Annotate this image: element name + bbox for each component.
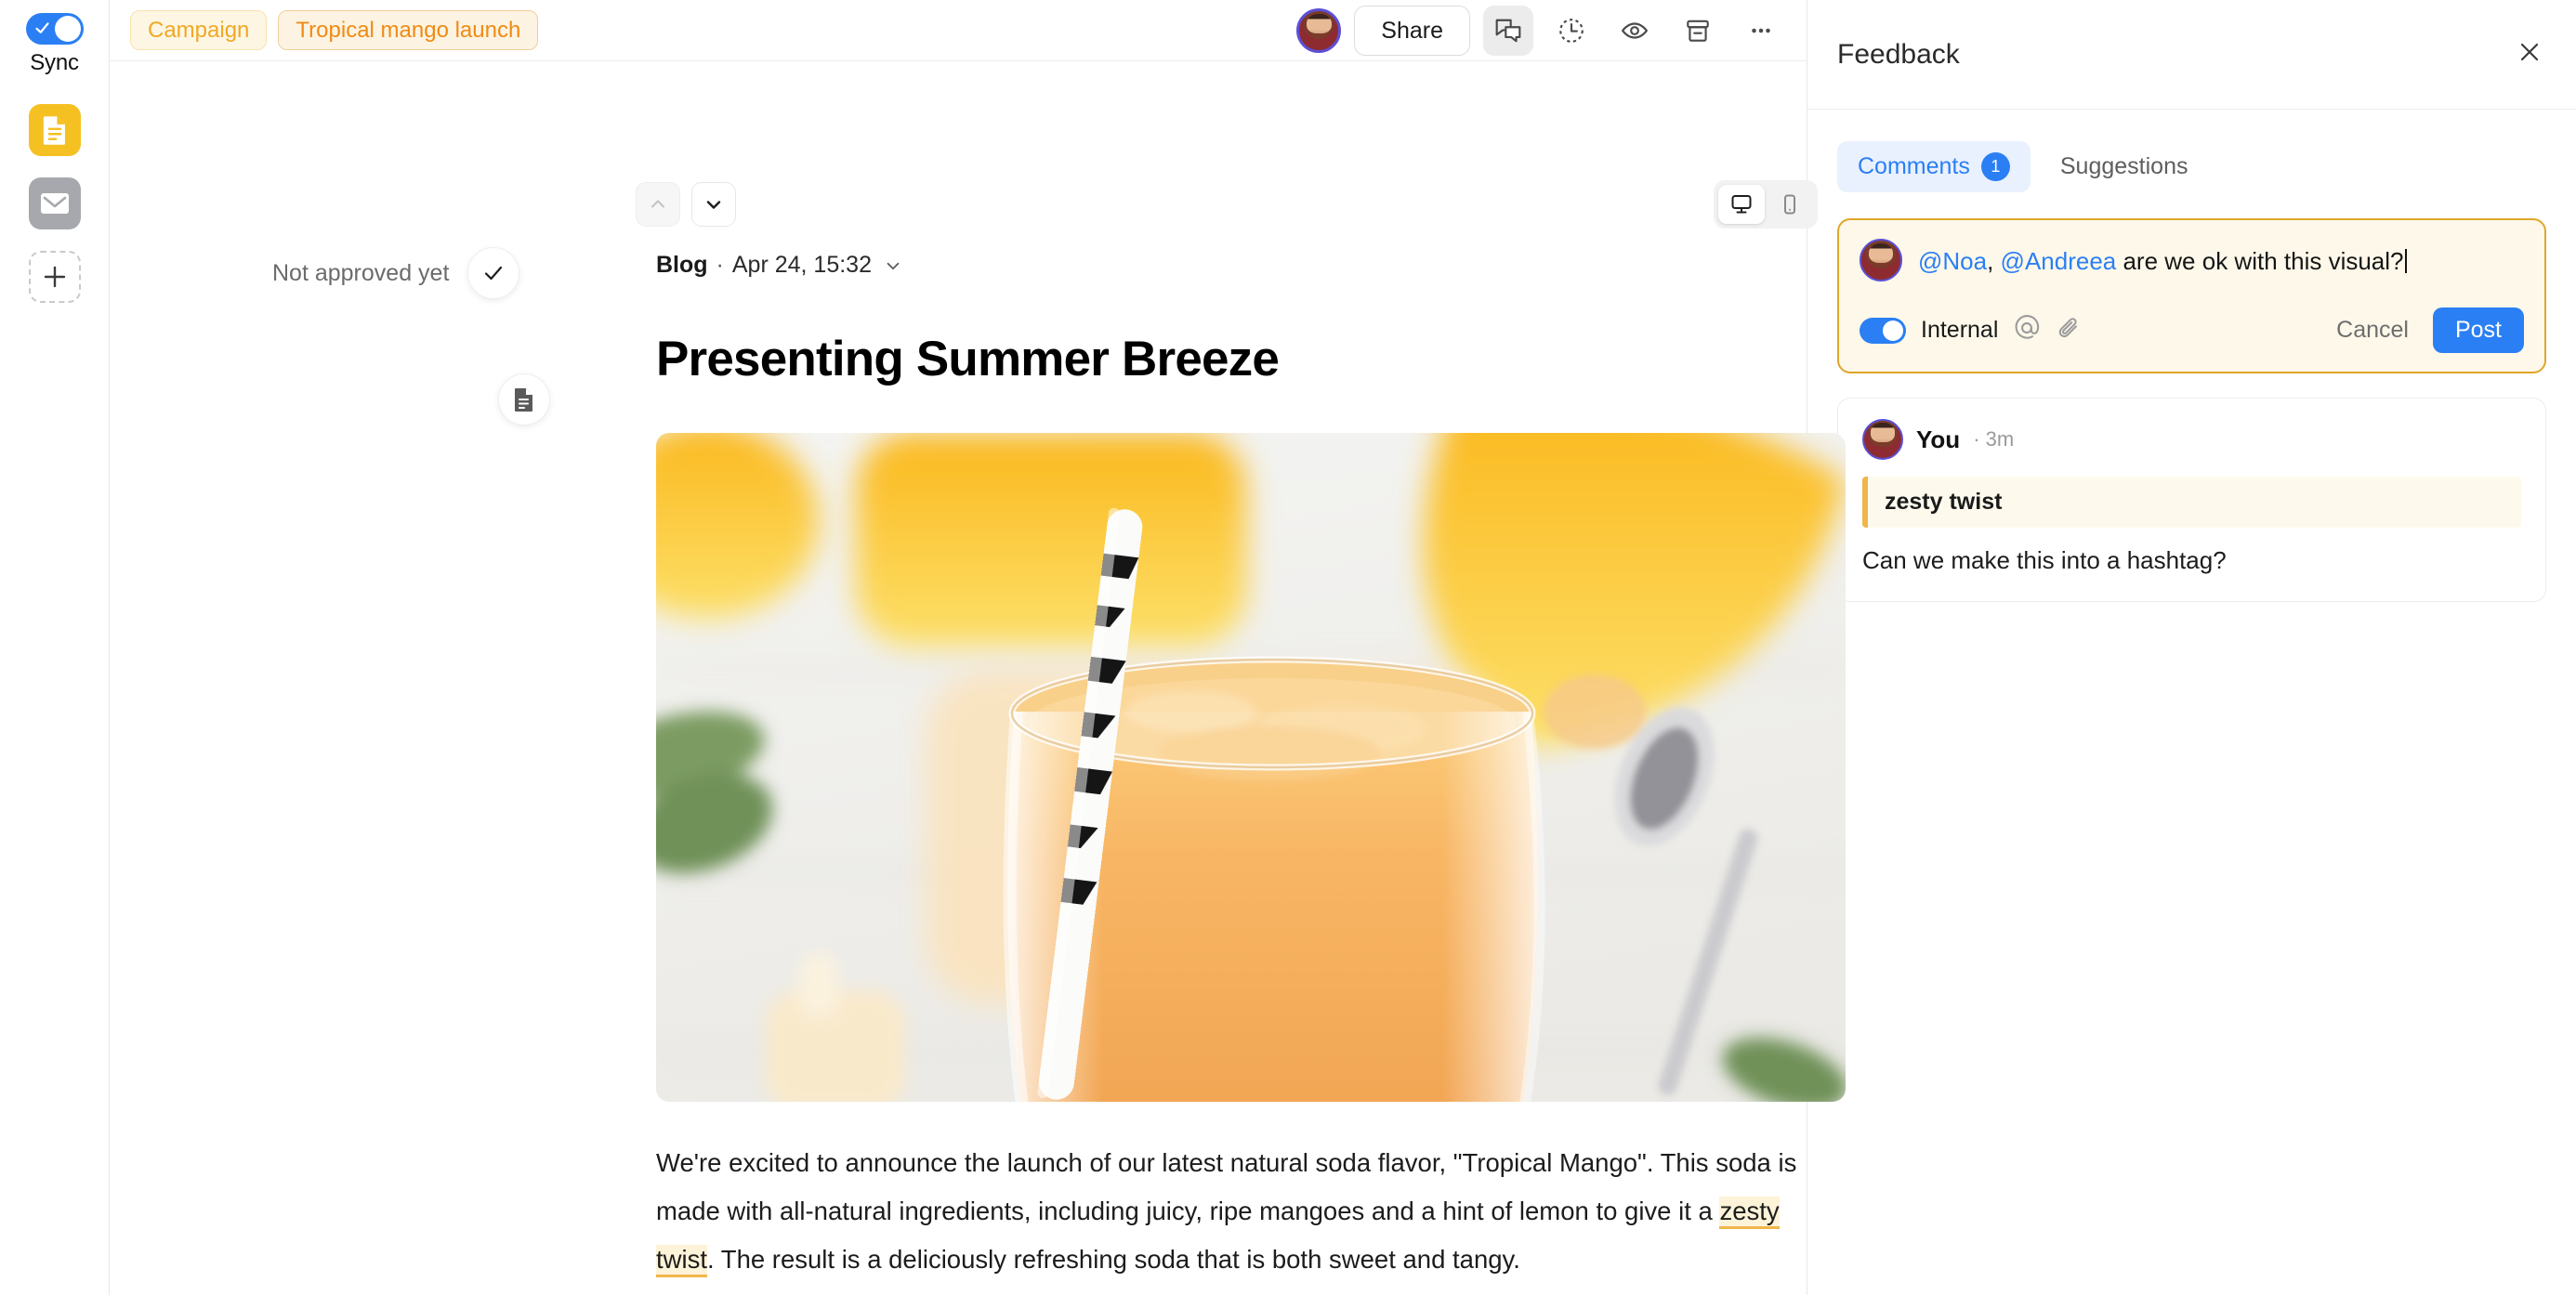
archive-icon	[1687, 20, 1709, 42]
chip-campaign[interactable]: Campaign	[130, 9, 268, 51]
body-paragraph: We're excited to announce the launch of …	[656, 1139, 1799, 1284]
main-area: Campaign Tropical mango launch Share Not…	[110, 0, 1846, 1295]
document-type: Blog	[656, 252, 708, 278]
share-button[interactable]: Share	[1354, 6, 1470, 56]
document-icon	[43, 116, 65, 145]
comment-input[interactable]: @Noa, @Andreea are we ok with this visua…	[1918, 239, 2407, 278]
mention-andreea[interactable]: @Andreea	[2001, 247, 2117, 275]
monitor-icon	[1731, 195, 1752, 214]
chevron-down-icon[interactable]	[884, 256, 902, 275]
comments-icon	[1495, 19, 1521, 43]
comments-button[interactable]	[1483, 6, 1533, 56]
mobile-view-button[interactable]	[1767, 185, 1813, 224]
cancel-button[interactable]: Cancel	[2327, 309, 2418, 351]
chevron-up-icon	[651, 200, 665, 208]
internal-label: Internal	[1921, 317, 1999, 343]
feedback-title: Feedback	[1837, 38, 1960, 70]
at-mention-icon	[2015, 315, 2040, 339]
chevron-down-icon	[706, 201, 721, 209]
approval-status-label: Not approved yet	[272, 259, 450, 286]
document-meta[interactable]: Blog · Apr 24, 15:32	[656, 252, 902, 279]
tab-comments[interactable]: Comments 1	[1837, 141, 2031, 192]
close-icon	[2520, 43, 2539, 61]
history-button[interactable]	[1546, 6, 1597, 56]
comment-composer[interactable]: @Noa, @Andreea are we ok with this visua…	[1837, 218, 2546, 373]
history-clock-icon	[1559, 19, 1584, 43]
sidebar-item-email[interactable]	[28, 177, 81, 229]
envelope-icon	[40, 193, 69, 214]
plus-icon	[44, 266, 65, 288]
chip-project[interactable]: Tropical mango launch	[278, 9, 539, 51]
comment-timestamp: · 3m	[1973, 427, 2014, 451]
page-title: Presenting Summer Breeze	[656, 332, 1280, 386]
comment-time-separator: ·	[1973, 427, 1980, 451]
tab-comments-label: Comments	[1858, 153, 1970, 179]
tab-suggestions-label: Suggestions	[2059, 153, 2188, 179]
hero-image	[656, 433, 1846, 1102]
approve-button[interactable]	[467, 247, 520, 299]
preview-button[interactable]	[1610, 6, 1660, 56]
comment-author: You	[1916, 425, 1961, 453]
top-toolbar: Campaign Tropical mango launch Share	[110, 0, 1807, 61]
feedback-panel-header: Feedback	[1807, 0, 2576, 110]
sidebar-item-document[interactable]	[28, 104, 81, 156]
sync-toggle-knob	[54, 16, 81, 42]
feedback-tabs: Comments 1 Suggestions	[1807, 110, 2576, 192]
attach-button[interactable]	[2056, 314, 2083, 347]
composer-avatar	[1860, 239, 1902, 281]
mention-noa[interactable]: @Noa	[1918, 247, 1987, 275]
comment-body: Can we make this into a hashtag?	[1862, 546, 2227, 574]
device-view-toggle	[1714, 180, 1818, 229]
sidebar-item-add[interactable]	[28, 251, 81, 303]
more-options-button[interactable]	[1736, 6, 1786, 56]
approval-status-group: Not approved yet	[272, 247, 520, 299]
mention-button[interactable]	[2013, 314, 2041, 347]
mention-separator: ,	[1987, 247, 2001, 275]
eye-icon	[1621, 22, 1649, 39]
sync-control[interactable]: Sync	[25, 13, 84, 76]
paragraph-after: . The result is a deliciously refreshing…	[707, 1245, 1520, 1274]
document-page-icon	[515, 388, 532, 412]
comment-header: You · 3m	[1862, 419, 2521, 460]
mango-smoothie-photo	[656, 433, 1846, 1102]
left-rail: Sync	[0, 0, 110, 1295]
close-panel-button[interactable]	[2517, 39, 2543, 70]
document-canvas: Not approved yet Blog · Apr 24, 15:32 Pr…	[110, 61, 1846, 1295]
post-button[interactable]: Post	[2432, 307, 2524, 353]
phone-icon	[1784, 194, 1795, 215]
document-date: Apr 24, 15:32	[731, 252, 872, 278]
composer-toolbar: Internal Cancel Post	[1860, 307, 2524, 353]
comment-input-text: are we ok with this visual?	[2116, 247, 2404, 275]
prev-block-button[interactable]	[636, 182, 680, 227]
desktop-view-button[interactable]	[1718, 185, 1765, 224]
breadcrumb: Campaign Tropical mango launch	[130, 9, 539, 51]
internal-toggle-knob	[1883, 320, 1903, 341]
comment-item: You · 3m zesty twist Can we make this in…	[1837, 398, 2546, 602]
feedback-panel: Feedback Comments 1 Suggestions @Noa, @A…	[1807, 0, 2576, 1295]
composer-input-row: @Noa, @Andreea are we ok with this visua…	[1860, 239, 2524, 281]
archive-button[interactable]	[1673, 6, 1723, 56]
comment-time: 3m	[1985, 427, 2015, 451]
app-root: Sync Campaign Tropical mango launch Shar…	[0, 0, 2576, 1295]
comments-count-badge: 1	[1980, 152, 2010, 181]
text-caret	[2404, 249, 2407, 273]
comment-avatar	[1862, 419, 1903, 460]
paragraph-before: We're excited to announce the launch of …	[656, 1148, 1797, 1225]
avatar[interactable]	[1296, 8, 1342, 53]
tab-suggestions[interactable]: Suggestions	[2040, 142, 2209, 191]
rail-icon-list	[28, 104, 81, 303]
meta-separator: ·	[716, 252, 724, 278]
sync-label: Sync	[30, 50, 79, 75]
check-toggle-icon	[34, 22, 49, 33]
document-properties-button[interactable]	[498, 373, 550, 425]
next-block-button[interactable]	[691, 182, 736, 227]
check-icon	[485, 266, 503, 281]
internal-toggle[interactable]	[1860, 317, 1906, 344]
comment-quote: zesty twist	[1862, 477, 2521, 528]
document-nav	[636, 182, 736, 227]
more-options-icon	[1752, 28, 1770, 33]
sync-toggle[interactable]	[25, 13, 84, 45]
paperclip-icon	[2059, 318, 2078, 338]
toolbar-actions: Share	[1296, 0, 1786, 61]
